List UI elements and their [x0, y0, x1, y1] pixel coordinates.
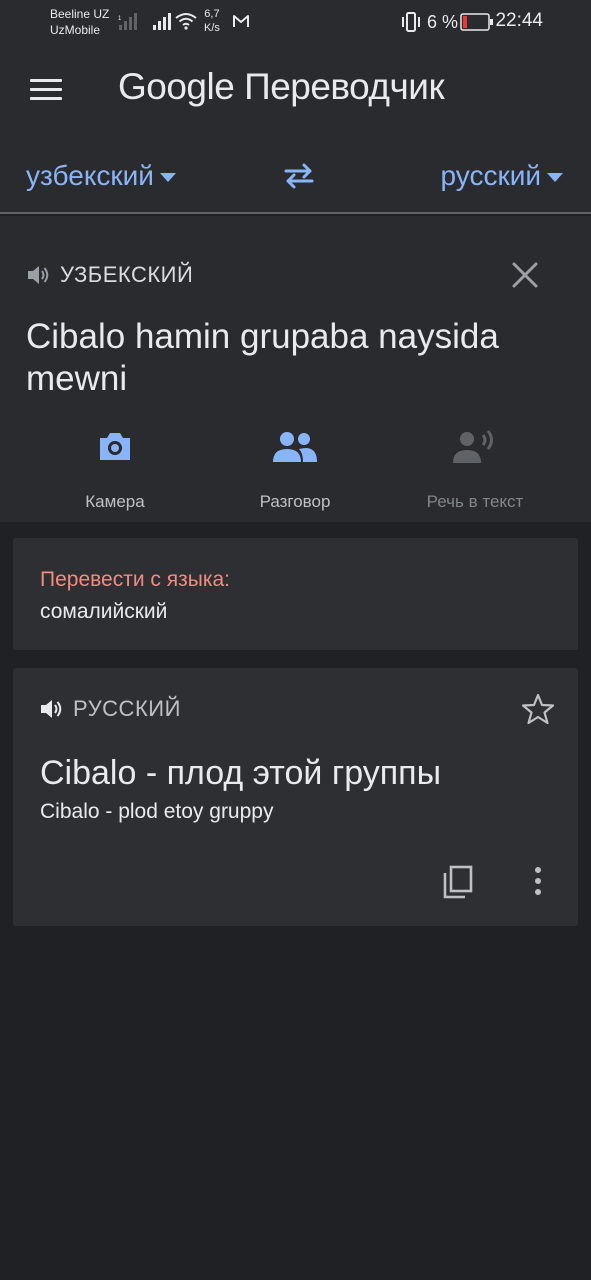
language-bar: узбекский русский	[0, 136, 591, 214]
menu-icon-line	[30, 97, 62, 100]
translation-result-card: РУССКИЙ Cibalo - плод этой группы Cibalo…	[13, 668, 578, 926]
camera-button[interactable]: Камера	[25, 424, 205, 512]
source-language-header[interactable]: УЗБЕКСКИЙ	[26, 262, 193, 288]
carrier-info: Beeline UZ UzMobile	[50, 6, 109, 38]
more-options-icon[interactable]	[528, 864, 548, 900]
brand-name: Google	[118, 66, 235, 107]
target-language-header-label: РУССКИЙ	[73, 696, 181, 721]
speech-to-text-label: Речь в текст	[426, 492, 524, 511]
detected-language-card[interactable]: Перевести с языка: сомалийский	[13, 538, 578, 650]
conversation-label: Разговор	[259, 492, 331, 511]
target-language-selector[interactable]: русский	[441, 160, 563, 192]
battery-icon	[460, 13, 493, 31]
close-icon[interactable]	[510, 260, 540, 290]
source-language-label: узбекский	[26, 160, 154, 191]
target-language-label: русский	[440, 160, 541, 191]
source-language-selector[interactable]: узбекский	[26, 160, 176, 192]
app-bar: Google Переводчик	[0, 44, 591, 136]
app-title: Google Переводчик	[118, 66, 445, 108]
transliteration-text: Cibalo - plod etoy gruppy	[40, 800, 274, 823]
wifi-icon	[175, 13, 197, 30]
net-speed-value: 6,7	[204, 8, 220, 20]
clock: 22:44	[495, 10, 543, 31]
source-text-input[interactable]: Cibalo hamin grupaba naysida mewni	[26, 316, 566, 400]
svg-text:1: 1	[118, 16, 122, 22]
conversation-icon	[273, 432, 317, 462]
input-panel: УЗБЕКСКИЙ Cibalo hamin grupaba naysida m…	[0, 216, 591, 522]
chevron-down-icon	[159, 172, 176, 182]
swap-languages-icon[interactable]	[282, 162, 316, 190]
detected-language-hint: Перевести с языка:	[40, 568, 231, 591]
target-language-header[interactable]: РУССКИЙ	[39, 696, 181, 722]
carrier-1: Beeline UZ	[50, 7, 110, 21]
star-icon[interactable]	[521, 692, 555, 726]
vibrate-icon	[402, 12, 420, 32]
copy-icon[interactable]	[441, 864, 475, 900]
menu-button[interactable]	[30, 79, 62, 103]
app-name: Переводчик	[244, 66, 445, 107]
battery-percent: 6 %	[427, 12, 459, 32]
conversation-button[interactable]: Разговор	[205, 424, 385, 512]
input-tools: Камера Разговор Речь в текст	[0, 424, 591, 514]
camera-icon	[100, 433, 130, 460]
speaker-icon[interactable]	[26, 263, 52, 287]
chevron-down-icon	[547, 172, 563, 182]
net-speed: 6,7 K/s	[204, 7, 220, 35]
source-language-header-label: УЗБЕКСКИЙ	[60, 262, 194, 287]
menu-icon-line	[30, 88, 62, 91]
speaker-icon[interactable]	[39, 697, 65, 721]
status-bar: Beeline UZ UzMobile 1 6,7 K/s 6 % 22:44	[0, 0, 591, 44]
translation-text: Cibalo - плод этой группы	[40, 754, 442, 792]
signal-icon: 1	[118, 13, 137, 30]
gmail-icon	[233, 15, 249, 27]
net-speed-unit: K/s	[204, 22, 220, 34]
detected-language-name[interactable]: сомалийский	[40, 600, 167, 624]
signal-icon-2	[153, 13, 171, 30]
speech-to-text-button[interactable]: Речь в текст	[385, 424, 565, 512]
carrier-2: UzMobile	[50, 23, 101, 37]
speech-to-text-icon	[453, 430, 493, 463]
menu-icon-line	[30, 79, 62, 82]
camera-label: Камера	[85, 492, 145, 511]
